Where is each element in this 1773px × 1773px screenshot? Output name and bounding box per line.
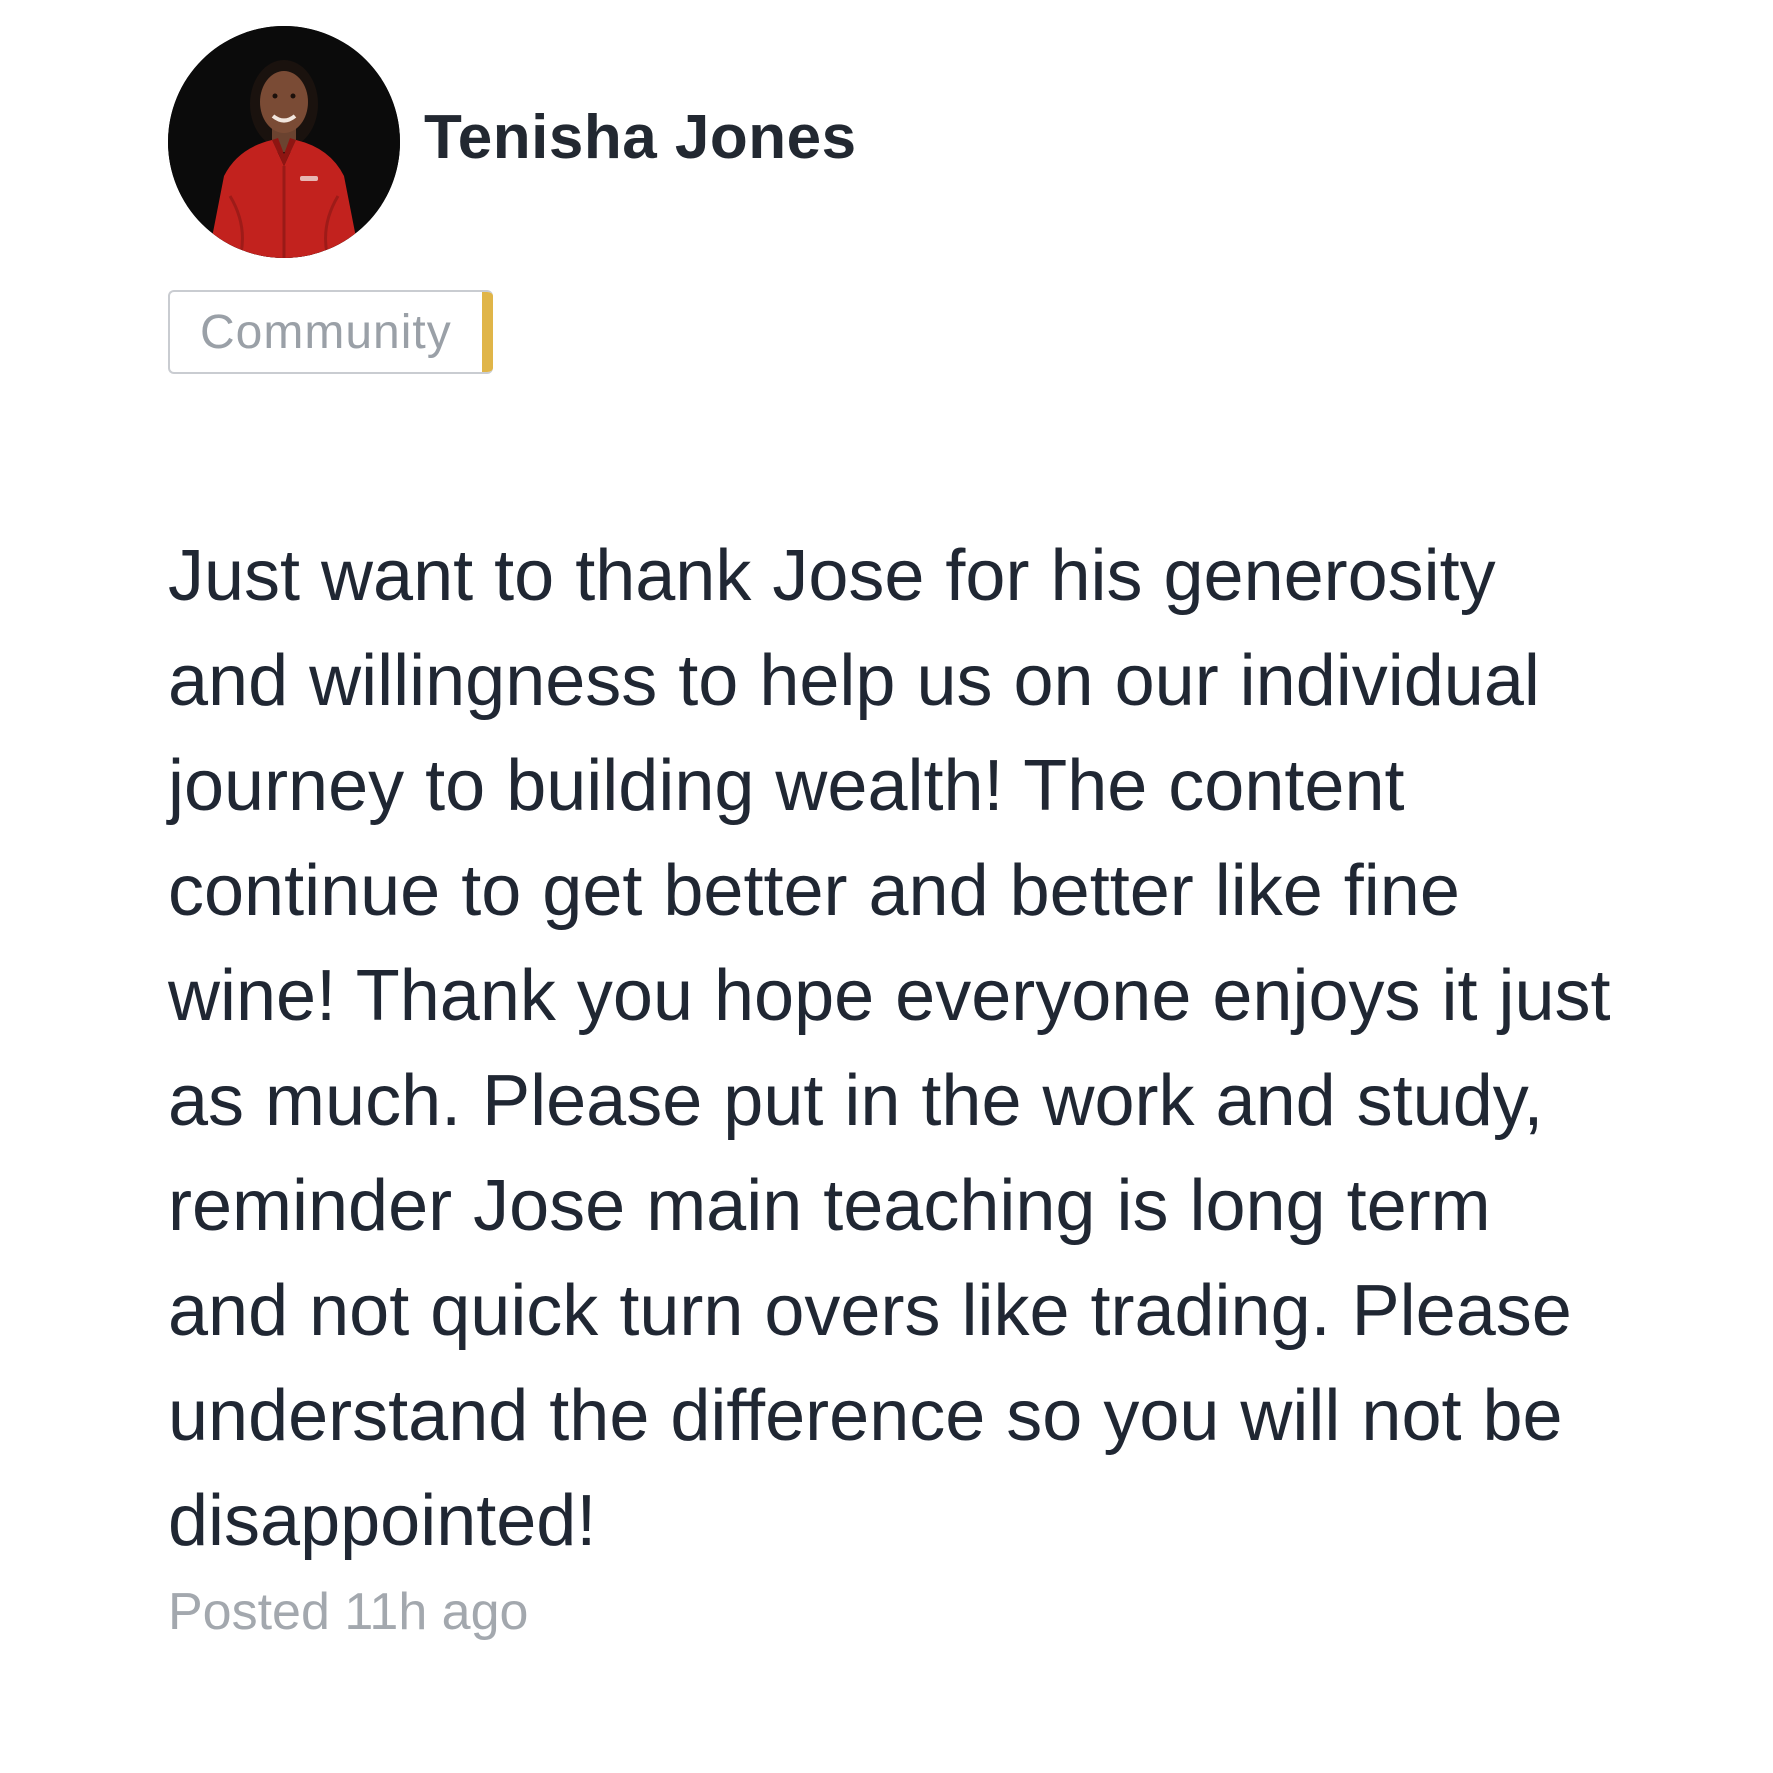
author-header: Tenisha Jones [168,24,1628,260]
post-card: Tenisha Jones Community Just want to tha… [168,24,1628,1642]
author-name[interactable]: Tenisha Jones [424,102,857,173]
post-timestamp: Posted 11h ago [168,1583,529,1641]
category-tag[interactable]: Community [168,290,493,374]
avatar[interactable] [168,26,400,258]
category-tag-label: Community [200,305,452,359]
category-tag-accent [481,292,493,372]
post-body: Just want to thank Jose for his generosi… [168,536,1611,1561]
profile-photo-icon [168,26,400,258]
